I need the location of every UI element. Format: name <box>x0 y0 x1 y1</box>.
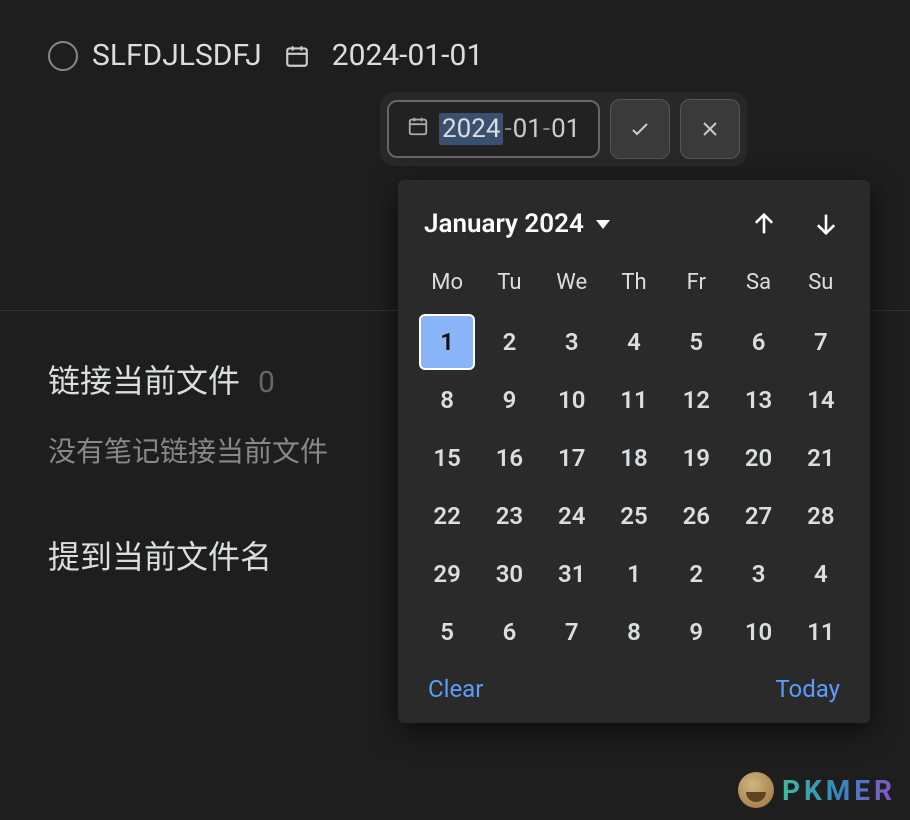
prev-month-button[interactable] <box>746 206 782 242</box>
next-month-button[interactable] <box>808 206 844 242</box>
calendar-day[interactable]: 6 <box>727 313 789 371</box>
calendar-day[interactable]: 9 <box>665 603 727 661</box>
month-selector[interactable]: January 2024 <box>424 209 610 239</box>
linked-section: 链接当前文件 0 没有笔记链接当前文件 <box>48 356 328 470</box>
linked-count: 0 <box>258 365 275 400</box>
mentions-title: 提到当前文件名 <box>48 532 272 578</box>
calendar-day[interactable]: 22 <box>416 487 478 545</box>
calendar-day[interactable]: 10 <box>541 371 603 429</box>
date-input[interactable]: 2024-01-01 <box>387 100 600 158</box>
calendar-day[interactable]: 11 <box>603 371 665 429</box>
dow-label: Th <box>603 262 665 303</box>
date-month[interactable]: 01 <box>513 114 542 144</box>
task-date[interactable]: 2024-01-01 <box>332 38 483 73</box>
calendar-day[interactable]: 3 <box>541 313 603 371</box>
calendar-day[interactable]: 1 <box>603 545 665 603</box>
calendar-day[interactable]: 9 <box>478 371 540 429</box>
calendar-day[interactable]: 2 <box>478 313 540 371</box>
dow-label: Tu <box>478 262 540 303</box>
calendar-day[interactable]: 30 <box>478 545 540 603</box>
calendar-day[interactable]: 28 <box>790 487 852 545</box>
calendar-day[interactable]: 8 <box>603 603 665 661</box>
calendar-day[interactable]: 4 <box>790 545 852 603</box>
linked-title: 链接当前文件 <box>48 362 240 400</box>
task-checkbox[interactable] <box>48 41 78 71</box>
dow-label: We <box>541 262 603 303</box>
calendar-day[interactable]: 23 <box>478 487 540 545</box>
today-button[interactable]: Today <box>775 675 840 703</box>
calendar-day[interactable]: 16 <box>478 429 540 487</box>
calendar-day[interactable]: 18 <box>603 429 665 487</box>
date-edit-popup: 2024-01-01 <box>380 92 747 166</box>
calendar-day[interactable]: 8 <box>416 371 478 429</box>
calendar-day[interactable]: 14 <box>790 371 852 429</box>
linked-empty: 没有笔记链接当前文件 <box>48 430 328 470</box>
mentions-section: 提到当前文件名 <box>48 532 272 578</box>
calendar-day[interactable]: 31 <box>541 545 603 603</box>
dow-label: Su <box>790 262 852 303</box>
calendar-popup: January 2024 MoTuWeThFrSaSu 123456789101… <box>398 180 870 723</box>
calendar-day[interactable]: 17 <box>541 429 603 487</box>
month-label: January 2024 <box>424 209 584 239</box>
calendar-day[interactable]: 5 <box>665 313 727 371</box>
watermark-text: PKMER <box>782 774 896 807</box>
calendar-day[interactable]: 5 <box>416 603 478 661</box>
calendar-day[interactable]: 27 <box>727 487 789 545</box>
calendar-day[interactable]: 1 <box>419 314 475 370</box>
dow-label: Sa <box>727 262 789 303</box>
calendar-day[interactable]: 6 <box>478 603 540 661</box>
calendar-day[interactable]: 4 <box>603 313 665 371</box>
calendar-day[interactable]: 3 <box>727 545 789 603</box>
calendar-day[interactable]: 13 <box>727 371 789 429</box>
task-title: SLFDJLSDFJ <box>92 38 262 73</box>
watermark: PKMER <box>738 772 896 808</box>
calendar-day[interactable]: 29 <box>416 545 478 603</box>
calendar-day[interactable]: 7 <box>541 603 603 661</box>
cancel-button[interactable] <box>680 99 740 159</box>
task-row: SLFDJLSDFJ 2024-01-01 <box>0 0 910 73</box>
calendar-day[interactable]: 12 <box>665 371 727 429</box>
calendar-icon <box>407 114 429 144</box>
calendar-day[interactable]: 26 <box>665 487 727 545</box>
calendar-day[interactable]: 24 <box>541 487 603 545</box>
calendar-day[interactable]: 11 <box>790 603 852 661</box>
date-year[interactable]: 2024 <box>439 113 503 145</box>
calendar-day[interactable]: 25 <box>603 487 665 545</box>
calendar-day[interactable]: 7 <box>790 313 852 371</box>
confirm-button[interactable] <box>610 99 670 159</box>
calendar-day[interactable]: 21 <box>790 429 852 487</box>
chevron-down-icon <box>596 220 610 229</box>
clear-button[interactable]: Clear <box>428 675 483 703</box>
calendar-icon <box>284 43 310 69</box>
calendar-day[interactable]: 15 <box>416 429 478 487</box>
date-day[interactable]: 01 <box>551 114 580 144</box>
dow-label: Mo <box>416 262 478 303</box>
logo-icon <box>738 772 774 808</box>
calendar-day[interactable]: 20 <box>727 429 789 487</box>
calendar-day[interactable]: 19 <box>665 429 727 487</box>
calendar-day[interactable]: 2 <box>665 545 727 603</box>
dow-label: Fr <box>665 262 727 303</box>
calendar-day[interactable]: 10 <box>727 603 789 661</box>
